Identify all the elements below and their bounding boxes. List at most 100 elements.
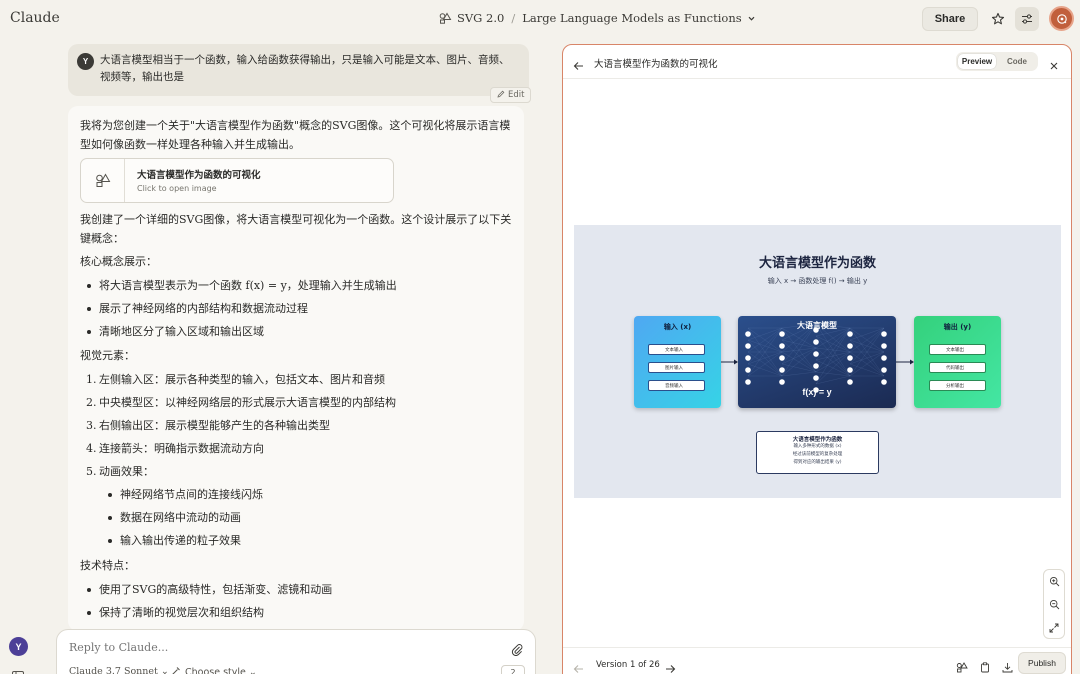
previous-version-icon[interactable]: [573, 659, 584, 674]
network-connection: [815, 327, 851, 349]
output-item: 分析输出: [929, 380, 986, 391]
badge-count: 2: [510, 667, 516, 674]
list-number: 3.: [86, 419, 97, 432]
network-node: [847, 331, 853, 337]
star-icon[interactable]: [986, 7, 1010, 31]
network-node: [847, 379, 853, 385]
back-arrow-icon[interactable]: [573, 56, 584, 75]
publish-button[interactable]: Publish: [1018, 652, 1066, 674]
breadcrumb-conversation[interactable]: Large Language Models as Functions: [522, 11, 741, 25]
list-item-text: 动画效果：: [99, 465, 154, 478]
network-node: [779, 355, 785, 361]
network-connection: [849, 351, 885, 365]
zoom-out-icon[interactable]: [1044, 593, 1064, 616]
top-bar: Claude SVG 2.0 / Large Language Models a…: [0, 0, 1080, 38]
model-box-label: 大语言模型: [797, 321, 837, 330]
breadcrumb-project[interactable]: SVG 2.0: [457, 11, 504, 25]
settings-sliders-icon[interactable]: [1015, 7, 1039, 31]
core-heading: 核心概念展示：: [80, 255, 157, 268]
list-item: 2. 中央模型区：以神经网络层的形式展示大语言模型的内部结构: [80, 391, 512, 414]
legend-line: 输入多种形式的数据 (x): [793, 444, 842, 449]
pencil-icon: [497, 90, 505, 101]
input-box-label: 输入 (x): [663, 323, 692, 331]
model-selector[interactable]: Claude 3.7 Sonnet ⌄: [69, 666, 169, 674]
output-box: 输出 (y) 文本输出 代码输出 分析输出: [914, 316, 1001, 408]
assistant-summary: 我创建了一个详细的SVG图像，将大语言模型可视化为一个函数。这个设计展示了以下关…: [80, 213, 512, 245]
output-item: 代码输出: [929, 362, 986, 373]
list-item: 神经网络节点间的连接线闪烁: [101, 483, 512, 506]
network-node: [881, 367, 887, 373]
network-node: [813, 351, 819, 357]
edit-label: Edit: [508, 90, 525, 100]
download-icon[interactable]: [1002, 658, 1013, 674]
zoom-controls: [1043, 569, 1065, 639]
list-item: 使用了SVG的高级特性，包括渐变、滤镜和动画: [80, 578, 512, 601]
list-number: 2.: [86, 396, 97, 409]
user-message-text: 大语言模型相当于一个函数，输入给函数获得输出，只是输入可能是文本、图片、音频、视…: [100, 54, 510, 83]
list-item-text: 右侧输出区：展示模型能够产生的各种输出类型: [99, 419, 330, 432]
network-node: [881, 379, 887, 385]
animation-list: 神经网络节点间的连接线闪烁 数据在网络中流动的动画 输入输出传递的粒子效果: [80, 483, 512, 552]
attachment-count-badge[interactable]: 2: [501, 665, 525, 674]
artifact-panel: 大语言模型作为函数的可视化 Preview Code 大语言模型作为函数 输入 …: [562, 44, 1072, 674]
sidebar-toggle-icon[interactable]: [12, 665, 24, 674]
visual-list: 1. 左侧输入区：展示各种类型的输入，包括文本、图片和音频 2. 中央模型区：以神经…: [80, 368, 512, 483]
style-selector-label: Choose style ⌄: [185, 667, 257, 674]
network-node: [745, 367, 751, 373]
reply-input[interactable]: [69, 641, 469, 654]
artifact-panel-header: 大语言模型作为函数的可视化 Preview Code: [563, 45, 1071, 79]
network-node: [745, 343, 751, 349]
assistant-message: 我将为您创建一个关于"大语言模型作为函数"概念的SVG图像。这个可视化将展示语言…: [68, 106, 524, 631]
app-logo[interactable]: Claude: [10, 10, 60, 26]
input-item: 音频输入: [648, 380, 705, 391]
network-connection: [781, 347, 817, 377]
visual-heading: 视觉元素：: [80, 349, 135, 362]
network-connection: [849, 327, 885, 365]
network-node: [779, 379, 785, 385]
breadcrumb-separator: /: [511, 11, 516, 25]
zoom-in-icon[interactable]: [1044, 570, 1064, 593]
network-node: [779, 331, 785, 337]
list-item: 4. 连接箭头：明确指示数据流动方向: [80, 437, 512, 460]
attach-icon[interactable]: [511, 641, 523, 660]
tech-list: 使用了SVG的高级特性，包括渐变、滤镜和动画 保持了清晰的视觉层次和组织结构: [80, 578, 512, 624]
artifact-card-subtitle: Click to open image: [137, 184, 217, 193]
list-item: 输入输出传递的粒子效果: [101, 529, 512, 552]
tab-preview[interactable]: Preview: [958, 54, 996, 69]
style-selector[interactable]: Choose style ⌄: [171, 666, 257, 674]
edit-button[interactable]: Edit: [490, 87, 532, 103]
network-node: [847, 367, 853, 373]
network-node: [847, 355, 853, 361]
tab-code[interactable]: Code: [998, 54, 1036, 69]
network-connection: [747, 327, 783, 365]
input-item: 图片输入: [648, 362, 705, 373]
copy-icon[interactable]: [980, 658, 990, 674]
list-item-text: 连接箭头：明确指示数据流动方向: [99, 442, 264, 455]
legend-line: 经过该前模型的复杂处理: [792, 452, 843, 457]
shapes-icon[interactable]: [956, 658, 968, 674]
artifact-card[interactable]: 大语言模型作为函数的可视化 Click to open image: [80, 158, 394, 203]
legend-title: 大语言模型作为函数: [792, 437, 843, 443]
assistant-intro: 我将为您创建一个关于"大语言模型作为函数"概念的SVG图像。这个可视化将展示语言…: [80, 119, 511, 151]
input-item: 文本输入: [648, 344, 705, 355]
figure-legend: 大语言模型作为函数 输入多种形式的数据 (x) 经过该前模型的复杂处理 得到对应…: [756, 431, 879, 474]
artifact-preview-image: 大语言模型作为函数 输入 x → 函数处理 f() → 输出 y 输入 (x) …: [574, 225, 1061, 498]
account-avatar[interactable]: [1049, 6, 1074, 31]
network-connection: [815, 375, 851, 385]
network-connection: [747, 351, 783, 365]
shapes-icon: [81, 159, 125, 202]
list-item: 1. 左侧输入区：展示各种类型的输入，包括文本、图片和音频: [80, 368, 512, 391]
network-node: [779, 367, 785, 373]
list-item: 保持了清晰的视觉层次和组织结构: [80, 601, 512, 624]
artifact-card-meta: 大语言模型作为函数的可视化 Click to open image: [125, 159, 273, 202]
network-node: [881, 355, 887, 361]
user-avatar[interactable]: Y: [9, 637, 28, 656]
user-message: Y 大语言模型相当于一个函数，输入给函数获得输出，只是输入可能是文本、图片、音频…: [68, 44, 529, 96]
expand-icon[interactable]: [1044, 616, 1064, 639]
network-node: [813, 339, 819, 345]
network-node: [813, 363, 819, 369]
next-version-icon[interactable]: [665, 659, 676, 674]
share-button[interactable]: Share: [922, 7, 978, 31]
close-icon[interactable]: [1049, 56, 1059, 75]
chevron-down-icon[interactable]: [747, 14, 756, 23]
